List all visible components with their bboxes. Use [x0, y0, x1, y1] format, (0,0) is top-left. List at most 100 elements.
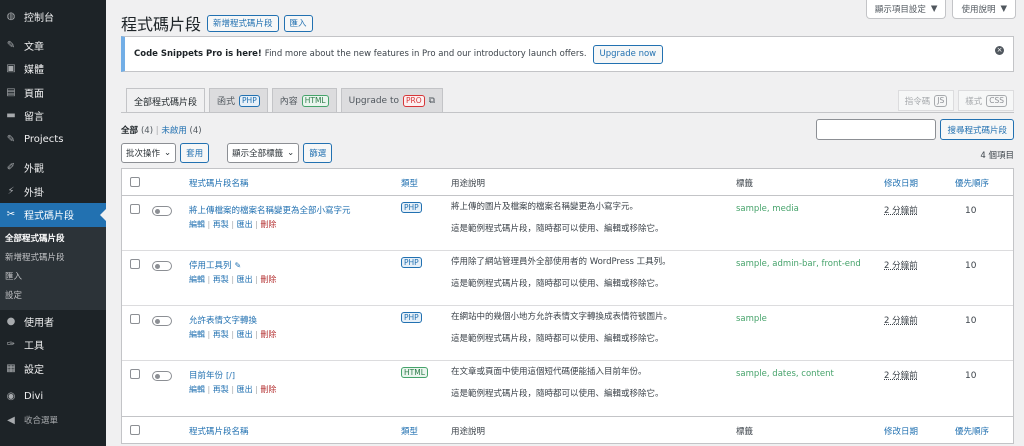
- import-button[interactable]: 匯入: [283, 14, 313, 32]
- snippet-name-link[interactable]: 目前年份: [189, 371, 223, 381]
- clone-link[interactable]: 再製: [213, 275, 229, 284]
- snippet-description: 將上傳的圖片及檔案的檔案名稱變更為小寫字元。 這是範例程式碼片段，隨時都可以使用、…: [451, 202, 664, 234]
- snippet-tags[interactable]: sample, admin-bar, front-end: [736, 259, 861, 269]
- export-link[interactable]: 匯出: [237, 330, 253, 339]
- row-actions: 編輯 | 再製 | 匯出 | 刪除: [189, 275, 277, 284]
- submenu-item[interactable]: 設定: [0, 287, 106, 306]
- col-type[interactable]: 類型: [401, 177, 418, 189]
- activate-toggle[interactable]: [152, 371, 172, 381]
- tab-styles[interactable]: 樣式 CSS: [958, 90, 1014, 111]
- delete-link[interactable]: 刪除: [260, 385, 276, 394]
- col-modified-footer[interactable]: 修改日期: [884, 425, 918, 437]
- clone-link[interactable]: 再製: [213, 220, 229, 229]
- sidebar-item-appearance[interactable]: ✐ 外觀: [0, 156, 106, 180]
- col-desc: 用途說明: [451, 179, 486, 189]
- snippet-tags[interactable]: sample, media: [736, 204, 799, 214]
- snippet-priority: 10: [965, 261, 977, 271]
- table-header: 程式碼片段名稱 類型 用途說明 標籤 修改日期 優先順序: [122, 169, 1013, 196]
- help-button[interactable]: 使用說明 ▼: [952, 0, 1016, 19]
- submenu-item[interactable]: 全部程式碼片段: [0, 230, 106, 249]
- sidebar-item-settings[interactable]: ▦ 設定: [0, 357, 106, 381]
- filter-button[interactable]: 篩選: [303, 143, 333, 163]
- filter-inactive[interactable]: 未啟用 (4): [161, 126, 201, 136]
- status-filters: 全部 (4) | 未啟用 (4): [121, 126, 202, 136]
- activate-toggle[interactable]: [152, 261, 172, 271]
- edit-link[interactable]: 編輯: [189, 385, 205, 394]
- admin-sidebar: ◍ 控制台 ✎ 文章 ▣ 媒體 ▤ 頁面 ▬ 留言 ✎ Projects ✐ 外觀 ⚡ 外掛 ✂ 程式碼片段 全部…: [0, 0, 106, 446]
- row-checkbox[interactable]: [130, 204, 140, 214]
- tab-content[interactable]: 內容 HTML: [271, 88, 337, 112]
- snippet-description: 在網站中的幾個小地方允許表情文字轉換成表情符號圖片。 這是範例程式碼片段，隨時都可…: [451, 312, 673, 344]
- screen-options-button[interactable]: 顯示項目設定 ▼: [865, 0, 947, 19]
- row-checkbox[interactable]: [130, 259, 140, 269]
- sidebar-item-page[interactable]: ▤ 頁面: [0, 81, 106, 105]
- sidebar-item-collapse[interactable]: ◀ 收合選單: [0, 409, 106, 433]
- apply-button[interactable]: 套用: [180, 143, 210, 163]
- export-link[interactable]: 匯出: [237, 385, 253, 394]
- select-all-checkbox-footer[interactable]: [130, 425, 140, 435]
- activate-toggle[interactable]: [152, 206, 172, 216]
- chevron-down-icon: ⌄: [287, 148, 295, 158]
- col-priority[interactable]: 優先順序: [955, 177, 989, 189]
- edit-link[interactable]: 編輯: [189, 220, 205, 229]
- search-input[interactable]: [816, 119, 937, 140]
- col-type-footer[interactable]: 類型: [401, 425, 418, 437]
- sidebar-item-plugin[interactable]: ⚡ 外掛: [0, 180, 106, 204]
- search-snippets-button[interactable]: 搜尋程式碼片段: [940, 119, 1014, 140]
- sidebar-item-tools[interactable]: ✑ 工具: [0, 333, 106, 357]
- col-name[interactable]: 程式碼片段名稱: [189, 177, 249, 189]
- export-link[interactable]: 匯出: [237, 220, 253, 229]
- select-all-checkbox[interactable]: [130, 177, 140, 187]
- delete-link[interactable]: 刪除: [260, 220, 276, 229]
- tab-functions[interactable]: 函式 PHP: [209, 88, 268, 112]
- sidebar-item-scissors[interactable]: ✂ 程式碼片段: [0, 203, 106, 227]
- row-checkbox[interactable]: [130, 369, 140, 379]
- tab-upgrade-pro[interactable]: Upgrade to PRO ⧉: [340, 88, 444, 112]
- filter-all[interactable]: 全部 (4): [121, 126, 153, 136]
- snippet-name-link[interactable]: 停用工具列: [189, 261, 232, 271]
- sidebar-item-comment[interactable]: ▬ 留言: [0, 104, 106, 128]
- caret-down-icon: ▼: [1000, 4, 1007, 14]
- tab-all-snippets[interactable]: 全部程式碼片段: [126, 88, 206, 113]
- submenu-item[interactable]: 新增程式碼片段: [0, 249, 106, 268]
- snippet-modified: 2 分鐘前: [884, 316, 918, 326]
- sidebar-item-pin[interactable]: ✎ 文章: [0, 34, 106, 58]
- col-desc-footer: 用途說明: [451, 427, 486, 437]
- dashboard-icon: ◍: [6, 11, 16, 23]
- col-modified[interactable]: 修改日期: [884, 177, 918, 189]
- col-priority-footer[interactable]: 優先順序: [955, 425, 989, 437]
- sidebar-item-dashboard[interactable]: ◍ 控制台: [0, 5, 106, 29]
- tablenav: 批次操作 ⌄ 套用 顯示全部標籤 ⌄ 篩選: [121, 143, 333, 163]
- clone-link[interactable]: 再製: [213, 385, 229, 394]
- add-new-snippet-button[interactable]: 新增程式碼片段: [207, 14, 279, 32]
- edit-link[interactable]: 編輯: [189, 330, 205, 339]
- snippet-tags[interactable]: sample, dates, content: [736, 369, 834, 379]
- snippet-modified: 2 分鐘前: [884, 206, 918, 216]
- php-badge: PHP: [239, 94, 260, 107]
- activate-toggle[interactable]: [152, 316, 172, 326]
- row-checkbox[interactable]: [130, 314, 140, 324]
- col-name-footer[interactable]: 程式碼片段名稱: [189, 425, 249, 437]
- sidebar-item-users[interactable]: ● 使用者: [0, 310, 106, 334]
- tab-scripts[interactable]: 指令碼 JS: [897, 90, 955, 111]
- snippet-name-link[interactable]: 將上傳檔案的檔案名稱變更為全部小寫字元: [189, 206, 351, 216]
- snippet-tags[interactable]: sample: [736, 314, 767, 324]
- upgrade-now-button[interactable]: Upgrade now: [592, 44, 664, 64]
- sidebar-item-projects[interactable]: ✎ Projects: [0, 128, 106, 152]
- edit-link[interactable]: 編輯: [189, 275, 205, 284]
- tag-filter-select[interactable]: 顯示全部標籤 ⌄: [227, 143, 300, 163]
- bulk-actions-select[interactable]: 批次操作 ⌄: [121, 143, 177, 163]
- clone-link[interactable]: 再製: [213, 330, 229, 339]
- sidebar-item-divi[interactable]: ◉ Divi: [0, 385, 106, 409]
- submenu-item[interactable]: 匯入: [0, 268, 106, 287]
- snippet-name-link[interactable]: 允許表情文字轉換: [189, 316, 257, 326]
- snippet-priority: 10: [965, 206, 977, 216]
- delete-link[interactable]: 刪除: [260, 275, 276, 284]
- pin-icon: ✎: [6, 39, 16, 51]
- chevron-down-icon: ⌄: [164, 148, 172, 158]
- dismiss-icon[interactable]: ×: [995, 46, 1004, 55]
- delete-link[interactable]: 刪除: [260, 330, 276, 339]
- tabs-divider: [121, 112, 1014, 113]
- sidebar-item-media[interactable]: ▣ 媒體: [0, 57, 106, 81]
- export-link[interactable]: 匯出: [237, 275, 253, 284]
